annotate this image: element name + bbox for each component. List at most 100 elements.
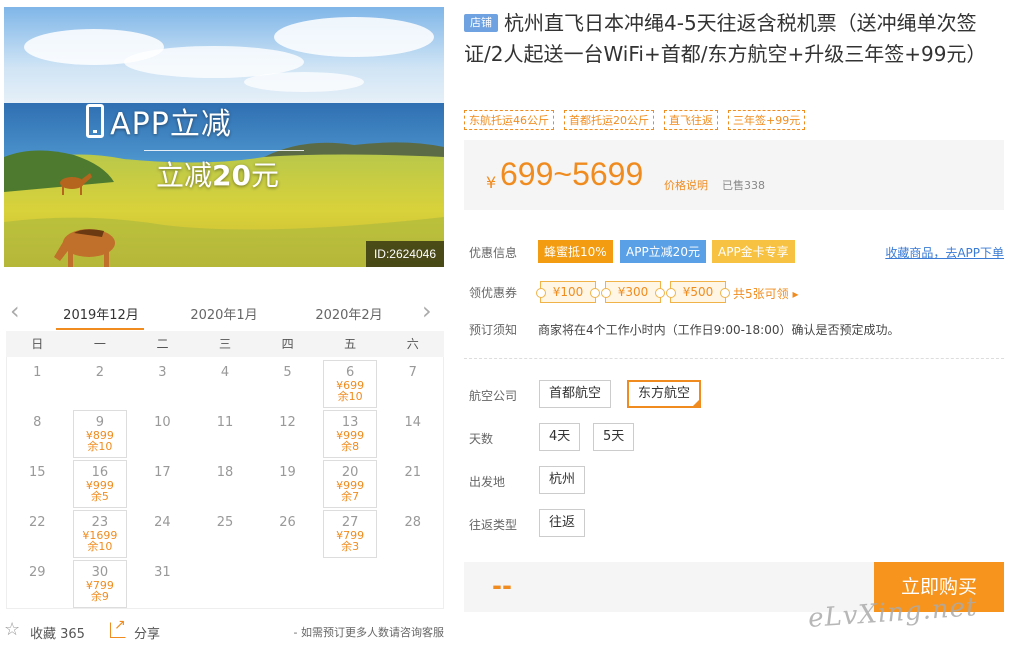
phone-icon bbox=[86, 104, 105, 138]
day-number: 19 bbox=[279, 465, 296, 480]
calendar-day: 29 bbox=[6, 559, 69, 609]
day-number: 1 bbox=[33, 365, 42, 380]
promo-divider bbox=[144, 150, 304, 151]
tab-month-2[interactable]: 2020年1月 bbox=[179, 304, 269, 323]
calendar-day: 26 bbox=[256, 509, 319, 559]
share-button[interactable]: 分享 bbox=[134, 623, 160, 642]
day-number: 13 bbox=[341, 415, 359, 430]
product-id-badge: ID:2624046 bbox=[365, 241, 444, 267]
sold-count: 已售338 bbox=[722, 179, 765, 192]
trip-type-label: 往返类型 bbox=[469, 518, 518, 532]
day-number: 18 bbox=[216, 465, 234, 480]
promo-amount: 20 bbox=[212, 159, 251, 192]
day-stock: 余8 bbox=[341, 440, 360, 453]
coupon-500[interactable]: ¥500 bbox=[666, 281, 730, 303]
option-airline-eastern[interactable]: 东方航空 bbox=[627, 380, 702, 408]
day-number: 4 bbox=[220, 365, 230, 380]
bottom-actions: ☆ 收藏 365 分享 - 如需预订更多人数请咨询客服 bbox=[4, 617, 444, 642]
total-price: -- bbox=[492, 572, 512, 600]
calendar-day-available[interactable]: 27 ¥799 余3 bbox=[322, 510, 378, 558]
favorite-button[interactable]: 收藏 365 bbox=[30, 623, 85, 642]
day-number: 22 bbox=[29, 515, 46, 530]
weekday-label: 三 bbox=[219, 337, 232, 351]
option-airline-capital[interactable]: 首都航空 bbox=[539, 380, 612, 408]
calendar-day: 14 bbox=[381, 409, 444, 459]
calendar-day: 15 bbox=[6, 459, 69, 509]
discount-badge-app: APP立减20元 bbox=[620, 240, 706, 263]
day-number: 10 bbox=[154, 415, 171, 430]
calendar-day: 22 bbox=[6, 509, 69, 559]
discount-badge-honey: 蜂蜜抵10% bbox=[538, 240, 613, 263]
day-number: 11 bbox=[216, 415, 234, 430]
calendar-day: 24 bbox=[131, 509, 194, 559]
calendar-day-available[interactable]: 23 ¥1699 余10 bbox=[72, 510, 128, 558]
calendar-day-available[interactable]: 20 ¥999 余7 bbox=[322, 460, 378, 508]
calendar-day: 2 bbox=[69, 359, 132, 409]
day-number: 8 bbox=[33, 415, 42, 430]
days-label: 天数 bbox=[469, 432, 494, 446]
day-number: 28 bbox=[404, 515, 421, 530]
day-number: 3 bbox=[158, 365, 167, 380]
coupon-100[interactable]: ¥100 bbox=[536, 281, 600, 303]
discount-badge-gold: APP金卡专享 bbox=[712, 240, 795, 263]
day-number: 9 bbox=[95, 415, 104, 430]
calendar-day-available[interactable]: 16 ¥999 余5 bbox=[72, 460, 128, 508]
price-explain-link[interactable]: 价格说明 bbox=[664, 177, 708, 193]
more-coupons-link[interactable]: 共5张可领 ▸ bbox=[733, 285, 798, 302]
chevron-left-icon[interactable]: ‹ bbox=[10, 299, 20, 323]
day-stock: 余7 bbox=[341, 490, 360, 503]
option-days-4[interactable]: 4天 bbox=[539, 423, 581, 451]
day-number: 26 bbox=[279, 515, 296, 530]
calendar-day bbox=[381, 559, 444, 609]
day-number: 15 bbox=[29, 465, 46, 480]
product-image[interactable]: APP立减 立减20元 ID:2624046 bbox=[4, 7, 444, 267]
day-number: 5 bbox=[283, 365, 292, 380]
chevron-right-icon[interactable]: › bbox=[422, 299, 432, 323]
day-stock: 余3 bbox=[341, 540, 360, 553]
weekday-label: 日 bbox=[31, 337, 44, 351]
day-number: 21 bbox=[404, 465, 421, 480]
contact-note: - 如需预订更多人数请咨询客服 bbox=[293, 626, 444, 639]
departure-label: 出发地 bbox=[469, 475, 506, 489]
day-number: 17 bbox=[154, 465, 171, 480]
product-tag: 直飞往返 bbox=[664, 110, 718, 130]
coupons-label: 领优惠券 bbox=[469, 286, 518, 300]
price-range: 699~5699 bbox=[500, 156, 644, 192]
price-box: ¥ 699~5699 价格说明 已售338 bbox=[464, 140, 1004, 210]
currency-symbol: ¥ bbox=[486, 173, 497, 192]
day-stock: 余10 bbox=[87, 440, 113, 453]
day-number: 25 bbox=[216, 515, 234, 530]
favorite-app-link[interactable]: 收藏商品，去APP下单 bbox=[885, 244, 1004, 261]
day-number: 31 bbox=[154, 565, 171, 580]
option-departure-hangzhou[interactable]: 杭州 bbox=[539, 466, 586, 494]
promo-prefix: 立减 bbox=[156, 159, 213, 192]
calendar-day-available[interactable]: 9 ¥899 余10 bbox=[72, 410, 128, 458]
calendar-day-available[interactable]: 30 ¥799 余9 bbox=[72, 560, 128, 608]
day-number: 6 bbox=[345, 365, 355, 380]
calendar-day: 12 bbox=[256, 409, 319, 459]
calendar-day: 8 bbox=[6, 409, 69, 459]
tab-month-1[interactable]: 2019年12月 bbox=[56, 304, 146, 323]
share-icon[interactable] bbox=[110, 617, 126, 638]
product-tag: 东航托运46公斤 bbox=[464, 110, 554, 130]
product-tags: 东航托运46公斤 首都托运20公斤 直飞往返 三年签+99元 bbox=[464, 110, 806, 130]
option-trip-roundtrip[interactable]: 往返 bbox=[539, 509, 586, 537]
calendar-day bbox=[194, 559, 257, 609]
calendar-day: 7 bbox=[381, 359, 444, 409]
day-stock: 余5 bbox=[90, 490, 109, 503]
booking-notice: 商家将在4个工作小时内（工作日9:00-18:00）确认是否预定成功。 bbox=[538, 323, 900, 337]
section-divider bbox=[464, 358, 1004, 359]
weekday-label: 一 bbox=[93, 337, 106, 351]
calendar-day-available[interactable]: 6 ¥699 余10 bbox=[322, 360, 378, 408]
product-tag: 三年签+99元 bbox=[728, 110, 806, 130]
calendar-day-available[interactable]: 13 ¥999 余8 bbox=[322, 410, 378, 458]
coupon-300[interactable]: ¥300 bbox=[601, 281, 665, 303]
app-promo-text: APP立减 bbox=[110, 107, 232, 142]
calendar-day: 18 bbox=[194, 459, 257, 509]
calendar-day: 21 bbox=[381, 459, 444, 509]
shop-badge[interactable]: 店铺 bbox=[464, 14, 498, 32]
star-icon[interactable]: ☆ bbox=[4, 620, 20, 640]
tab-month-3[interactable]: 2020年2月 bbox=[304, 304, 394, 323]
option-days-5[interactable]: 5天 bbox=[593, 423, 635, 451]
promo-suffix: 元 bbox=[250, 159, 279, 192]
